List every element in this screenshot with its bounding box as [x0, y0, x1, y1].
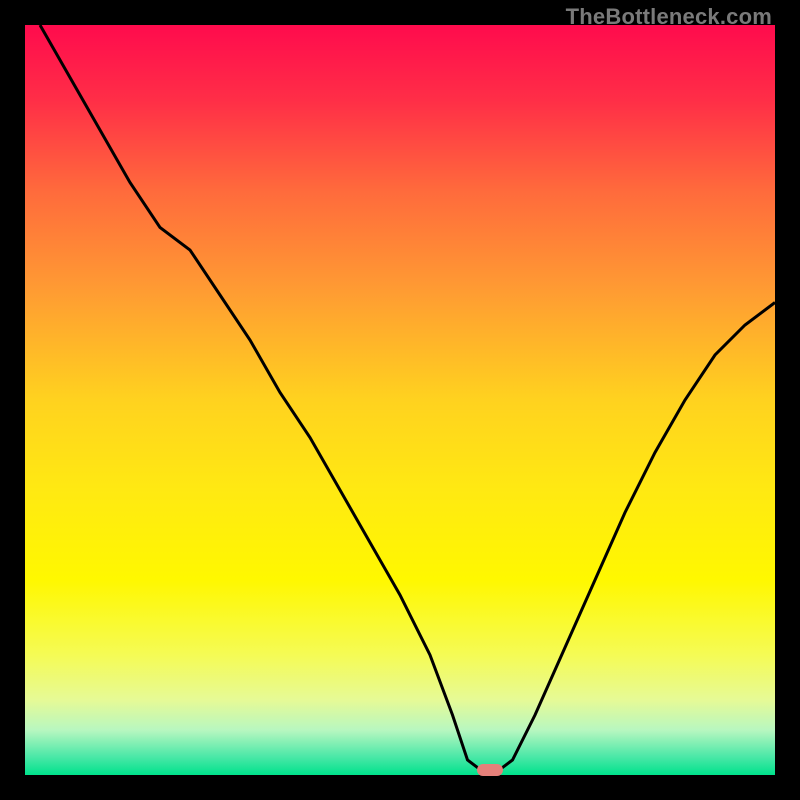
plot-area — [25, 25, 775, 775]
watermark-text: TheBottleneck.com — [566, 4, 772, 30]
optimal-marker — [477, 764, 503, 776]
chart-frame: TheBottleneck.com — [0, 0, 800, 800]
bottleneck-curve — [40, 25, 775, 771]
curve-layer — [25, 25, 775, 775]
